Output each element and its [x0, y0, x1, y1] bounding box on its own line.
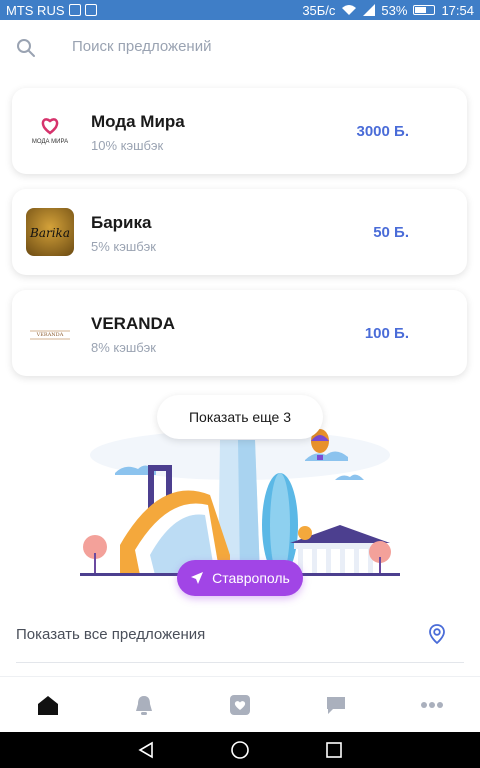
more-icon [421, 701, 443, 708]
offer-name: Барика [91, 213, 152, 232]
divider [16, 662, 464, 663]
barika-logo: Barika [26, 208, 74, 256]
offer-name: Мода Мира [91, 112, 185, 131]
offer-card-moda-mira[interactable]: МОДА МИРА Мода Мира 10% кэшбэк 3000 Б. [12, 88, 467, 174]
offer-name: VERANDA [91, 314, 176, 333]
chat-icon [327, 696, 345, 714]
signal-icon [363, 4, 376, 16]
offer-points: 100 Б. [364, 325, 409, 342]
moda-mira-logo: МОДА МИРА [26, 107, 74, 155]
battery-icon [413, 5, 436, 15]
navigation-arrow-icon [191, 572, 204, 584]
moda-mira-logo-text: МОДА МИРА [32, 139, 68, 145]
show-more-button[interactable]: Показать еще 3 [157, 395, 323, 439]
veranda-logo: VERANDA [26, 309, 74, 357]
back-icon[interactable] [137, 741, 155, 759]
offer-cashback: 8% кэшбэк [91, 340, 156, 355]
barika-logo-text: Barika [29, 226, 70, 240]
search-input[interactable] [72, 38, 452, 55]
all-offers-row[interactable]: Показать все предложения [16, 614, 464, 654]
offer-card-barika[interactable]: Barika Барика 5% кэшбэк 50 Б. [12, 189, 467, 275]
nav-favorites[interactable] [215, 685, 265, 725]
wifi-icon [342, 5, 357, 15]
home-circle-icon[interactable] [230, 740, 250, 760]
home-icon [38, 695, 58, 715]
search-bar [0, 28, 480, 70]
city-label: Ставрополь [212, 570, 290, 586]
recents-icon[interactable] [325, 741, 343, 759]
all-offers-label: Показать все предложения [16, 625, 206, 643]
clock: 17:54 [441, 2, 474, 18]
bottom-navigation [0, 676, 480, 732]
network-speed: 35Б/с [302, 2, 336, 18]
map-pin-icon[interactable] [426, 623, 448, 645]
carrier-label: MTS RUS [6, 2, 65, 18]
city-select-button[interactable]: Ставрополь [177, 560, 303, 596]
offer-cashback: 5% кэшбэк [91, 239, 156, 254]
city-illustration [80, 429, 400, 577]
offer-cashback: 10% кэшбэк [91, 138, 164, 153]
image-notification-icon [84, 4, 97, 16]
offer-points: 50 Б. [373, 224, 409, 241]
nav-more[interactable] [407, 685, 457, 725]
android-navigation-bar [0, 732, 480, 768]
battery-percent: 53% [381, 2, 408, 18]
heart-icon [230, 694, 250, 715]
search-icon[interactable] [16, 38, 36, 58]
offer-card-veranda[interactable]: VERANDA VERANDA 8% кэшбэк 100 Б. [12, 290, 467, 376]
nav-home[interactable] [23, 685, 73, 725]
bell-icon [136, 695, 152, 715]
nav-notifications[interactable] [119, 685, 169, 725]
offer-points: 3000 Б. [356, 123, 410, 140]
sim-icon [68, 4, 81, 16]
status-bar: MTS RUS 35Б/с 53% 17:54 [0, 0, 480, 20]
veranda-logo-text: VERANDA [36, 332, 64, 338]
nav-chat[interactable] [311, 685, 361, 725]
